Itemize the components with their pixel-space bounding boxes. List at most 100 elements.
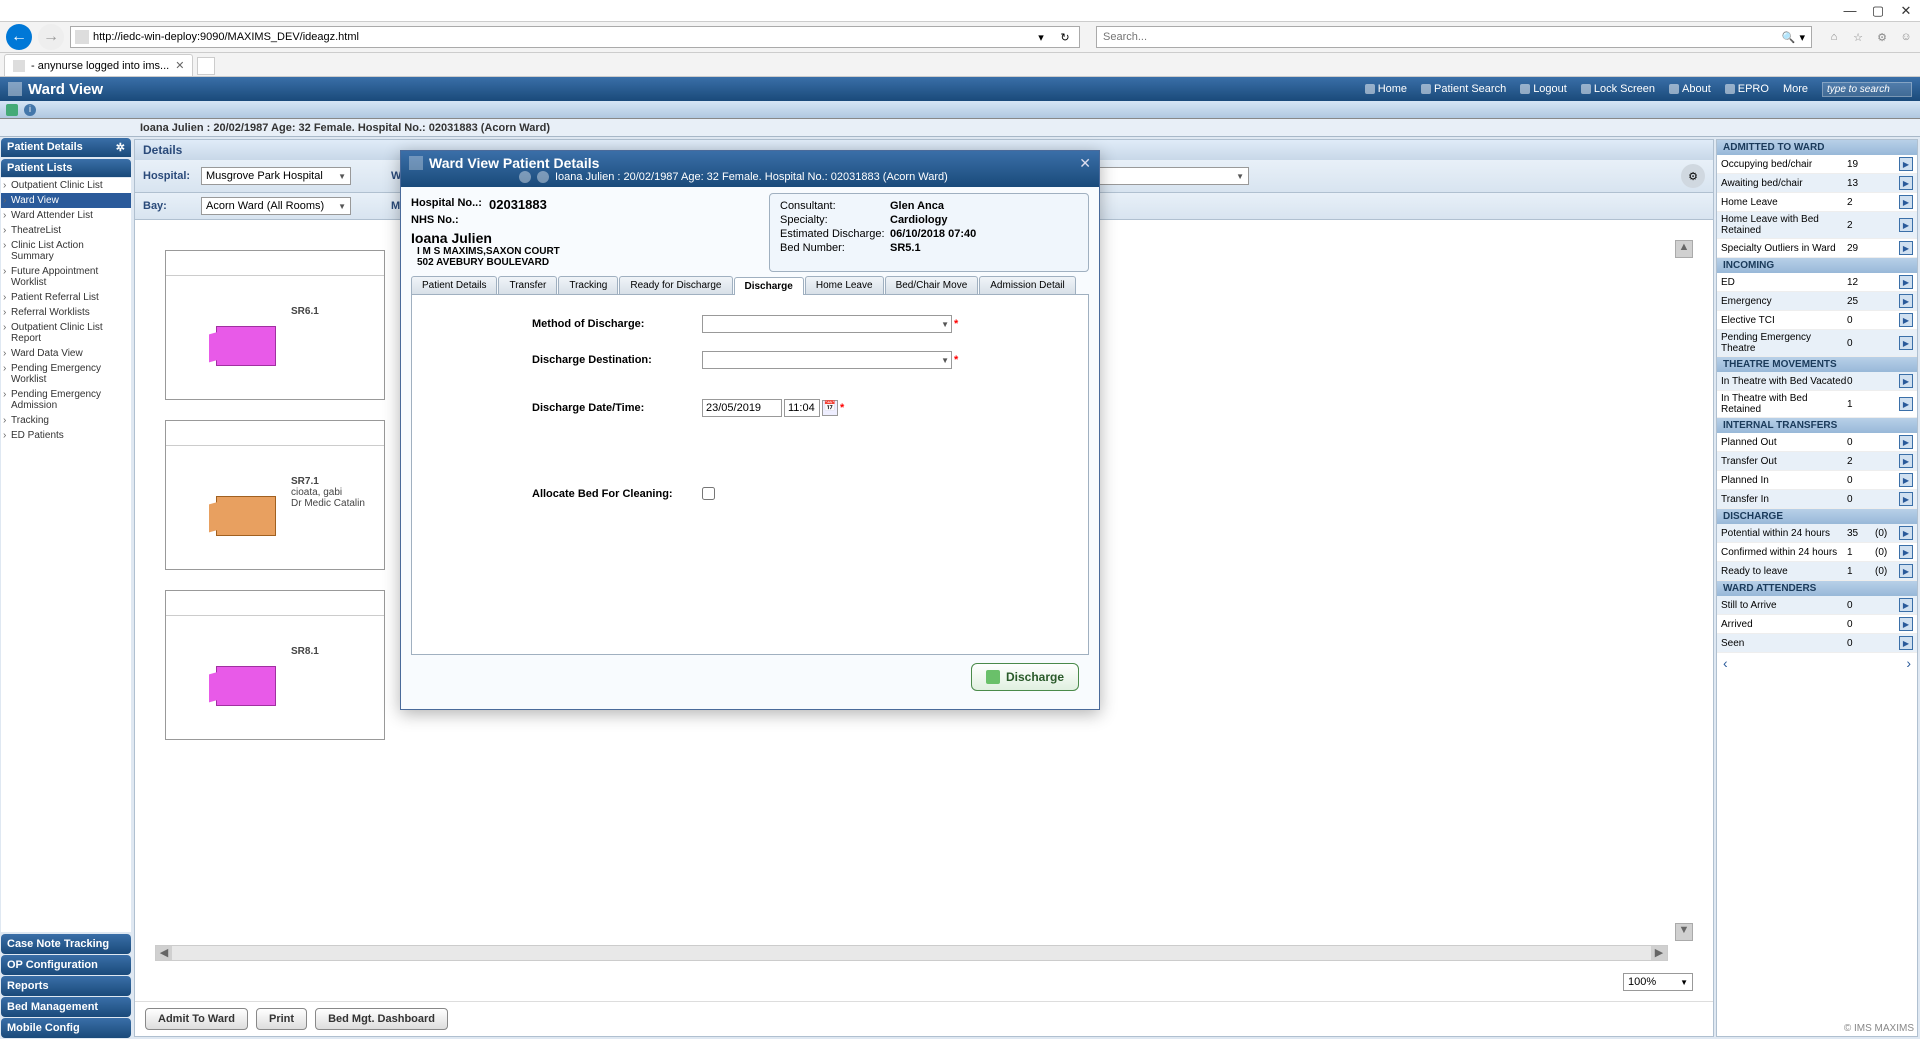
nav-item[interactable]: TheatreList	[1, 223, 131, 238]
minimize-icon[interactable]: —	[1842, 3, 1858, 19]
play-icon[interactable]: ▶	[1899, 275, 1913, 289]
browser-search[interactable]: 🔍 ▾	[1096, 26, 1812, 48]
play-icon[interactable]: ▶	[1899, 313, 1913, 327]
nav-item[interactable]: Patient Referral List	[1, 290, 131, 305]
scroll-left-icon[interactable]: ◀	[156, 946, 172, 960]
link-home[interactable]: Home	[1365, 83, 1407, 95]
nav-bottom-button[interactable]: Bed Management	[1, 997, 131, 1017]
bay-combo[interactable]: Acorn Ward (All Rooms)▼	[201, 197, 351, 215]
back-button[interactable]: ←	[6, 24, 32, 50]
info-icon[interactable]: i	[24, 104, 36, 116]
tab-close-icon[interactable]: ✕	[175, 59, 184, 72]
link-more[interactable]: More	[1783, 83, 1808, 95]
modal-tab[interactable]: Ready for Discharge	[619, 276, 732, 294]
feedback-icon[interactable]: ☺	[1898, 29, 1914, 45]
nav-item[interactable]: Pending Emergency Admission	[1, 387, 131, 413]
nav-item[interactable]: Future Appointment Worklist	[1, 264, 131, 290]
play-icon[interactable]: ▶	[1899, 336, 1913, 350]
settings-gear-button[interactable]: ⚙	[1681, 164, 1705, 188]
play-icon[interactable]: ▶	[1899, 195, 1913, 209]
scroll-down-icon[interactable]: ▼	[1675, 923, 1693, 941]
method-of-discharge-combo[interactable]: ▼	[702, 315, 952, 333]
horizontal-scrollbar[interactable]: ◀ ▶	[155, 945, 1668, 961]
modal-tab[interactable]: Patient Details	[411, 276, 497, 294]
play-icon[interactable]: ▶	[1899, 617, 1913, 631]
modal-tab[interactable]: Admission Detail	[979, 276, 1075, 294]
modal-tab[interactable]: Bed/Chair Move	[885, 276, 979, 294]
play-icon[interactable]: ▶	[1899, 435, 1913, 449]
calendar-icon[interactable]: 📅	[822, 400, 838, 416]
next-icon[interactable]: ›	[1906, 655, 1911, 671]
nav-header-patient-details[interactable]: Patient Details ✲	[1, 138, 131, 157]
play-icon[interactable]: ▶	[1899, 526, 1913, 540]
play-icon[interactable]: ▶	[1899, 473, 1913, 487]
nav-item[interactable]: Ward Data View	[1, 346, 131, 361]
modal-tab[interactable]: Transfer	[498, 276, 557, 294]
play-icon[interactable]: ▶	[1899, 218, 1913, 232]
nav-item[interactable]: Ward Attender List	[1, 208, 131, 223]
bed-slot[interactable]: SR8.1	[165, 590, 385, 740]
discharge-date-input[interactable]	[702, 399, 782, 417]
gear-icon[interactable]: ✲	[116, 141, 125, 154]
print-button[interactable]: Print	[256, 1008, 307, 1030]
gear-icon[interactable]: ⚙	[1874, 29, 1890, 45]
play-icon[interactable]: ▶	[1899, 545, 1913, 559]
admit-button[interactable]: Admit To Ward	[145, 1008, 248, 1030]
browser-tab[interactable]: - anynurse logged into ims... ✕	[4, 54, 193, 76]
modal-close-icon[interactable]: ✕	[1079, 155, 1091, 172]
refresh-icon[interactable]: ↻	[1055, 31, 1075, 44]
search-dropdown-icon[interactable]: ▾	[1799, 31, 1805, 44]
nav-item[interactable]: Pending Emergency Worklist	[1, 361, 131, 387]
bed-slot[interactable]: SR6.1	[165, 250, 385, 400]
hospital-combo[interactable]: Musgrove Park Hospital▼	[201, 167, 351, 185]
nav-item[interactable]: Ward View	[1, 193, 131, 208]
prev-icon[interactable]: ‹	[1723, 655, 1728, 671]
nav-item[interactable]: Outpatient Clinic List	[1, 178, 131, 193]
zoom-select[interactable]: 100%▼	[1623, 973, 1693, 991]
nav-bottom-button[interactable]: Reports	[1, 976, 131, 996]
favorites-icon[interactable]: ☆	[1850, 29, 1866, 45]
home-icon[interactable]: ⌂	[1826, 29, 1842, 45]
discharge-destination-combo[interactable]: ▼	[702, 351, 952, 369]
nav-bottom-button[interactable]: Case Note Tracking	[1, 934, 131, 954]
forward-button[interactable]: →	[38, 24, 64, 50]
discharge-time-input[interactable]	[784, 399, 820, 417]
info-icon[interactable]	[537, 171, 549, 183]
url-bar[interactable]: http://iedc-win-deploy:9090/MAXIMS_DEV/i…	[70, 26, 1080, 48]
play-icon[interactable]: ▶	[1899, 374, 1913, 388]
play-icon[interactable]: ▶	[1899, 397, 1913, 411]
modal-tab[interactable]: Tracking	[558, 276, 618, 294]
play-icon[interactable]: ▶	[1899, 454, 1913, 468]
allocate-bed-checkbox[interactable]	[702, 487, 715, 500]
play-icon[interactable]: ▶	[1899, 157, 1913, 171]
dropdown-icon[interactable]: ▾	[1031, 31, 1051, 44]
nav-item[interactable]: Tracking	[1, 413, 131, 428]
play-icon[interactable]: ▶	[1899, 598, 1913, 612]
close-icon[interactable]: ✕	[1898, 3, 1914, 19]
play-icon[interactable]: ▶	[1899, 294, 1913, 308]
nav-item[interactable]: Referral Worklists	[1, 305, 131, 320]
nav-item[interactable]: ED Patients	[1, 428, 131, 443]
info-icon[interactable]	[519, 171, 531, 183]
nav-bottom-button[interactable]: Mobile Config	[1, 1018, 131, 1038]
play-icon[interactable]: ▶	[1899, 636, 1913, 650]
link-patient-search[interactable]: Patient Search	[1421, 83, 1506, 95]
modal-tab[interactable]: Home Leave	[805, 276, 884, 294]
modal-tab[interactable]: Discharge	[734, 277, 804, 295]
discharge-button[interactable]: Discharge	[971, 663, 1079, 691]
scroll-right-icon[interactable]: ▶	[1651, 946, 1667, 960]
search-input[interactable]	[1103, 31, 1782, 43]
scroll-up-icon[interactable]: ▲	[1675, 240, 1693, 258]
maximize-icon[interactable]: ▢	[1870, 3, 1886, 19]
play-icon[interactable]: ▶	[1899, 241, 1913, 255]
link-logout[interactable]: Logout	[1520, 83, 1567, 95]
nav-bottom-button[interactable]: OP Configuration	[1, 955, 131, 975]
new-tab-button[interactable]	[197, 57, 215, 75]
link-lock-screen[interactable]: Lock Screen	[1581, 83, 1655, 95]
search-icon[interactable]: 🔍	[1782, 31, 1796, 44]
nav-header-patient-lists[interactable]: Patient Lists	[1, 159, 131, 177]
bed-mgt-dashboard-button[interactable]: Bed Mgt. Dashboard	[315, 1008, 448, 1030]
bed-slot[interactable]: SR7.1 cioata, gabi Dr Medic Catalin	[165, 420, 385, 570]
link-about[interactable]: About	[1669, 83, 1711, 95]
play-icon[interactable]: ▶	[1899, 492, 1913, 506]
